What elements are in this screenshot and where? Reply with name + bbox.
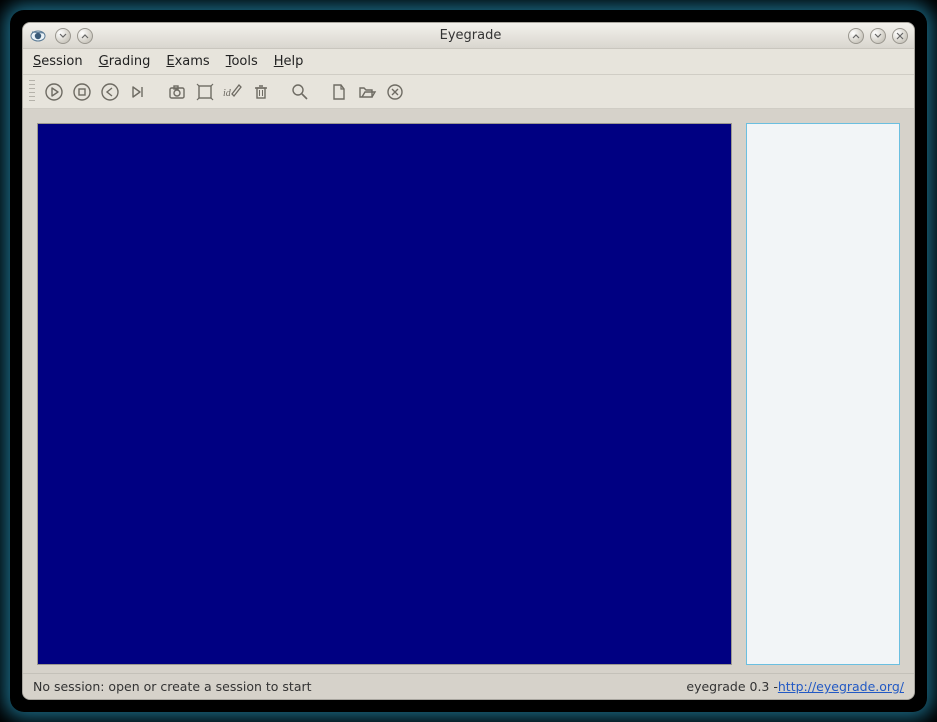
separator-icon	[280, 81, 281, 103]
homepage-link[interactable]: http://eyegrade.org/	[778, 679, 904, 694]
stop-icon[interactable]	[69, 79, 95, 105]
minimize-button[interactable]	[848, 28, 864, 44]
window-title: Eyegrade	[93, 28, 848, 43]
menu-grading[interactable]: Grading	[99, 54, 151, 69]
app-window: Eyegrade Session Grading Exams Tools Hel…	[22, 22, 915, 700]
status-message: No session: open or create a session to …	[33, 679, 312, 694]
maximize-button[interactable]	[870, 28, 886, 44]
statusbar: No session: open or create a session to …	[23, 673, 914, 699]
toolbar-grip	[29, 80, 35, 104]
menubar: Session Grading Exams Tools Help	[23, 49, 914, 75]
app-icon	[29, 27, 47, 45]
version-label: eyegrade 0.3 -	[686, 679, 777, 694]
next-icon[interactable]	[125, 79, 151, 105]
titlebar-rollup-button[interactable]	[77, 28, 93, 44]
separator-icon	[319, 81, 320, 103]
titlebar: Eyegrade	[23, 23, 914, 49]
side-panel	[746, 123, 900, 665]
camera-view	[37, 123, 732, 665]
new-file-icon[interactable]	[326, 79, 352, 105]
separator-icon	[157, 81, 158, 103]
close-button[interactable]	[892, 28, 908, 44]
play-icon[interactable]	[41, 79, 67, 105]
back-icon[interactable]	[97, 79, 123, 105]
camera-icon[interactable]	[164, 79, 190, 105]
menu-exams[interactable]: Exams	[166, 54, 209, 69]
search-icon[interactable]	[287, 79, 313, 105]
toolbar: id	[23, 75, 914, 109]
menu-session[interactable]: Session	[33, 54, 83, 69]
crop-icon[interactable]	[192, 79, 218, 105]
svg-text:id: id	[223, 88, 232, 99]
open-folder-icon[interactable]	[354, 79, 380, 105]
trash-icon[interactable]	[248, 79, 274, 105]
edit-id-icon[interactable]: id	[220, 79, 246, 105]
content-area	[23, 109, 914, 673]
menu-tools[interactable]: Tools	[226, 54, 258, 69]
menu-help[interactable]: Help	[274, 54, 304, 69]
titlebar-menu-button[interactable]	[55, 28, 71, 44]
cancel-circle-icon[interactable]	[382, 79, 408, 105]
